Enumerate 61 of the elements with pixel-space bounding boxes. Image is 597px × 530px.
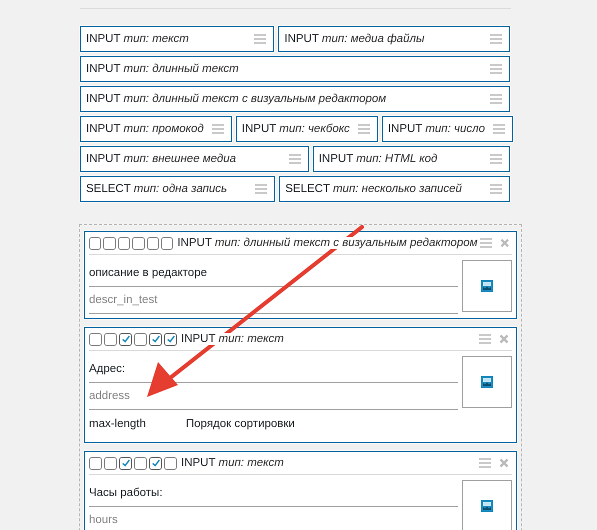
- checkbox[interactable]: [89, 332, 102, 346]
- checkbox[interactable]: [160, 236, 174, 250]
- image-picker[interactable]: [462, 260, 512, 312]
- checkbox[interactable]: [149, 456, 162, 470]
- checkbox[interactable]: [164, 332, 177, 346]
- close-icon[interactable]: [499, 458, 509, 468]
- field-type-item[interactable]: INPUT тип: медиа файлы: [278, 26, 510, 52]
- drag-handle-icon[interactable]: [493, 124, 505, 134]
- image-icon: [481, 500, 493, 512]
- drag-handle-icon[interactable]: [490, 94, 502, 104]
- field-type-item[interactable]: INPUT тип: чекбокс: [236, 116, 378, 142]
- image-picker[interactable]: [462, 480, 512, 530]
- field-type-item[interactable]: INPUT тип: текст: [80, 26, 274, 52]
- drag-handle-icon[interactable]: [479, 334, 491, 344]
- checkbox[interactable]: [103, 236, 116, 250]
- checkbox[interactable]: [132, 236, 145, 250]
- option-label: Порядок сортировки: [186, 418, 295, 430]
- field-type-item[interactable]: INPUT тип: длинный текст: [80, 56, 510, 82]
- image-picker[interactable]: [462, 356, 512, 408]
- image-icon: [481, 280, 493, 292]
- field-title: INPUT тип: текст: [181, 333, 284, 345]
- drag-handle-icon[interactable]: [490, 184, 502, 194]
- checkbox[interactable]: [118, 236, 130, 250]
- checkbox[interactable]: [134, 456, 147, 470]
- field-type-item[interactable]: INPUT тип: число: [382, 116, 513, 142]
- drag-handle-icon[interactable]: [212, 124, 224, 134]
- checkbox[interactable]: [119, 332, 132, 346]
- drag-handle-icon[interactable]: [490, 34, 502, 44]
- name-field[interactable]: descr_in_test: [89, 287, 458, 314]
- image-icon: [481, 376, 493, 388]
- checkbox[interactable]: [89, 456, 102, 470]
- field-title: INPUT тип: текст: [181, 457, 284, 469]
- close-icon[interactable]: [500, 238, 509, 248]
- checkbox[interactable]: [164, 456, 177, 470]
- field-type-item[interactable]: INPUT тип: внешнее медиа: [80, 146, 309, 172]
- field-type-item[interactable]: INPUT тип: HTML код: [312, 146, 510, 172]
- drag-handle-icon[interactable]: [480, 238, 492, 248]
- close-icon[interactable]: [499, 334, 509, 344]
- field-type-item[interactable]: SELECT тип: несколько записей: [279, 176, 510, 202]
- drag-handle-icon[interactable]: [490, 64, 502, 74]
- checkbox[interactable]: [89, 236, 102, 250]
- name-field[interactable]: hours: [89, 507, 458, 530]
- option-label: max-length: [89, 418, 146, 430]
- drag-handle-icon[interactable]: [288, 154, 301, 164]
- label-field[interactable]: описание в редакторе: [89, 260, 458, 287]
- drag-handle-icon[interactable]: [479, 458, 491, 468]
- field-type-item[interactable]: INPUT тип: промокод: [80, 116, 232, 142]
- drag-handle-icon[interactable]: [490, 154, 502, 164]
- checkbox[interactable]: [104, 456, 117, 470]
- checkbox[interactable]: [119, 456, 132, 470]
- drag-handle-icon[interactable]: [254, 34, 266, 44]
- field-title: INPUT тип: длинный текст с визуальным редактором: [177, 237, 478, 249]
- checkbox[interactable]: [104, 332, 117, 346]
- field-type-item[interactable]: SELECT тип: одна запись: [80, 176, 276, 202]
- drag-handle-icon[interactable]: [255, 184, 268, 194]
- checkbox[interactable]: [146, 236, 159, 250]
- field-type-item[interactable]: INPUT тип: длинный текст с визуальным редактором: [80, 86, 510, 112]
- label-field[interactable]: Часы работы:: [89, 480, 458, 507]
- checkbox[interactable]: [134, 332, 147, 346]
- checkbox[interactable]: [149, 332, 162, 346]
- drag-handle-icon[interactable]: [358, 124, 370, 134]
